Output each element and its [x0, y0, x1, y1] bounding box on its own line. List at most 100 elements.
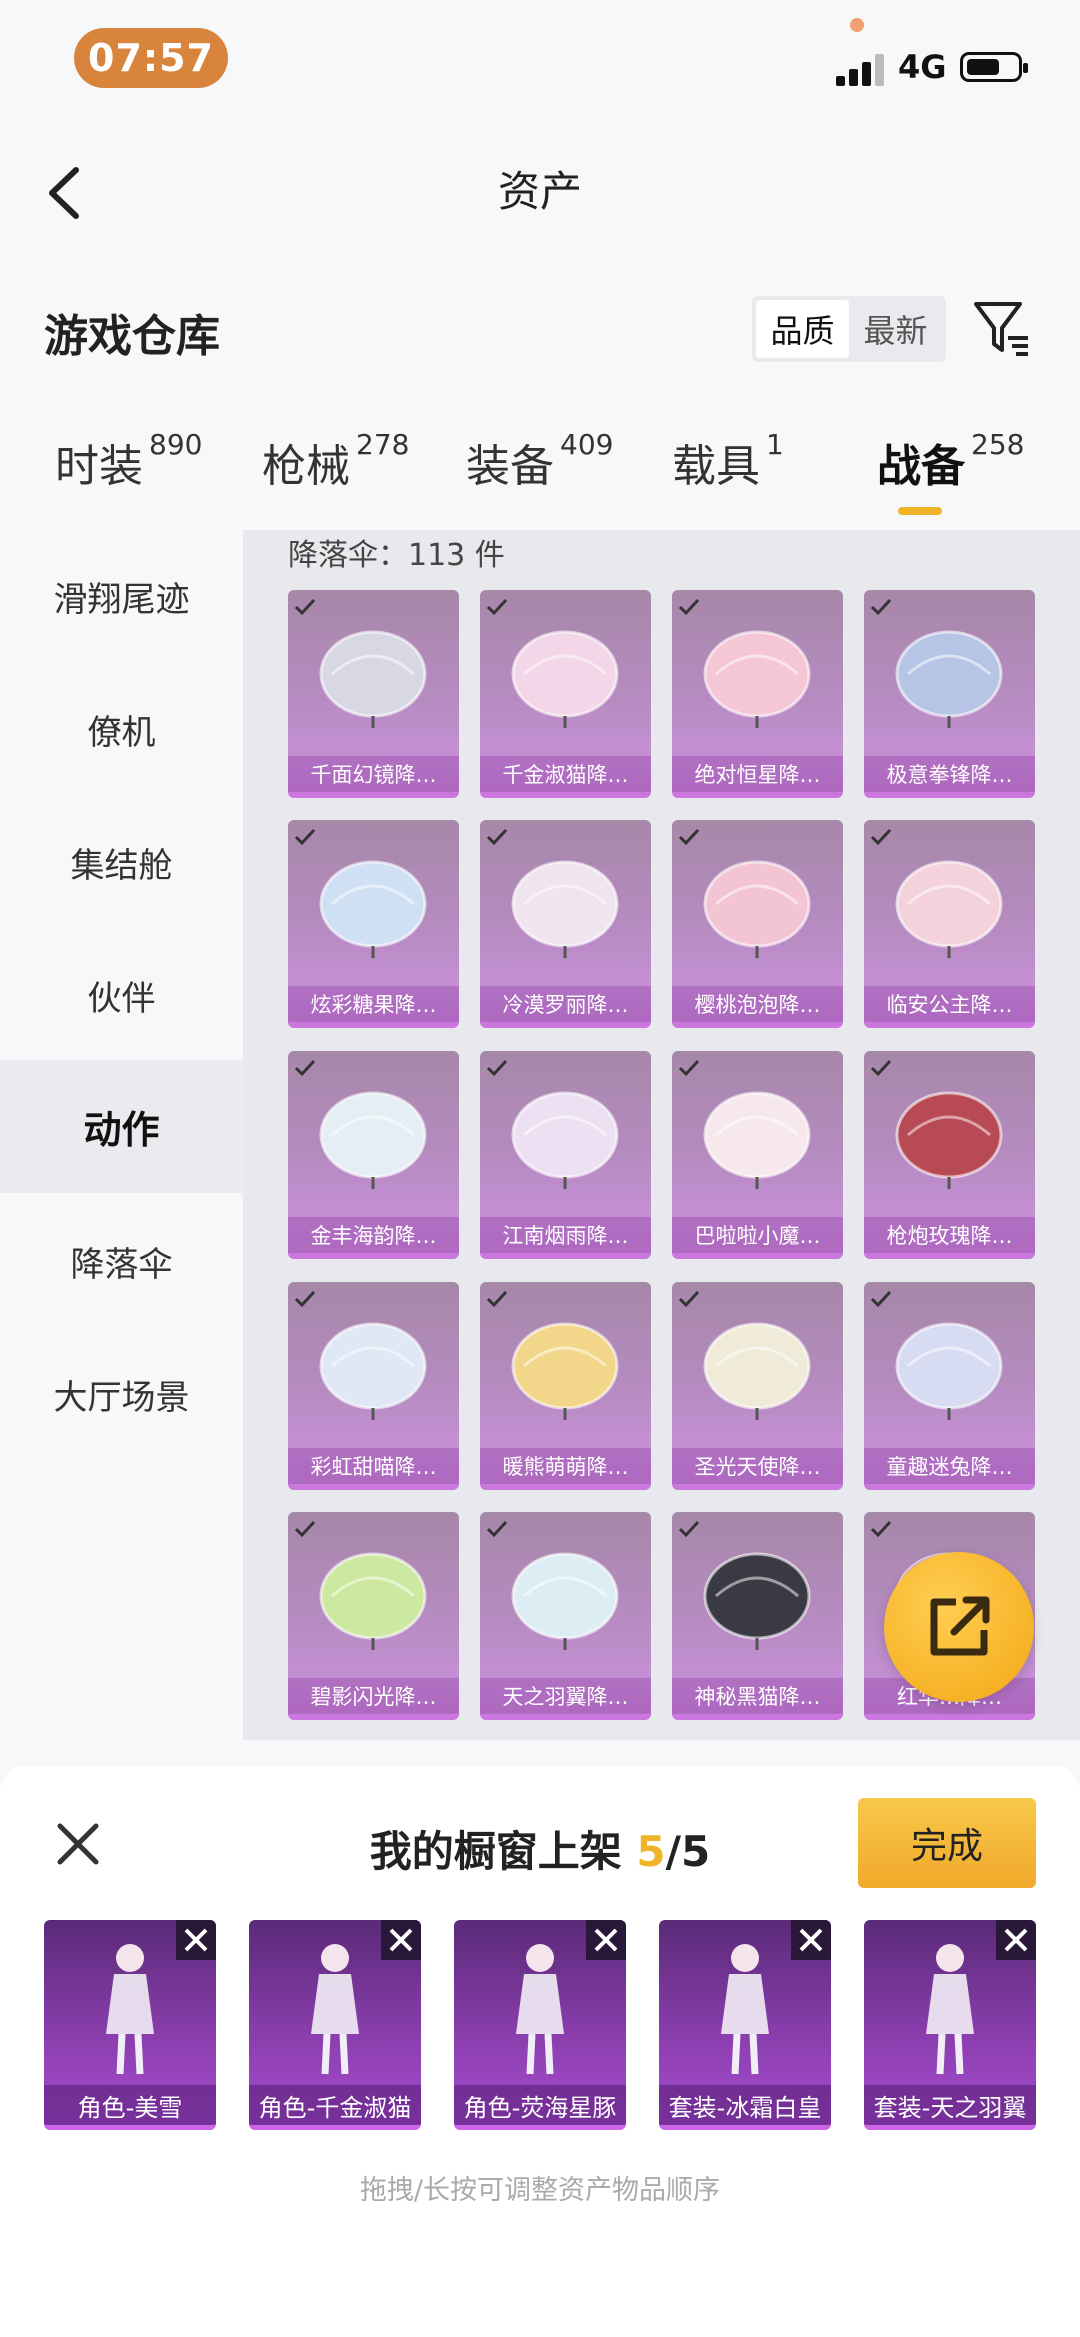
item-card[interactable]: 绝对恒星降…: [672, 590, 843, 798]
showcase-total-count: /5: [665, 1827, 711, 1876]
item-card[interactable]: 暖熊萌萌降…: [480, 1282, 651, 1490]
done-button[interactable]: 完成: [858, 1798, 1036, 1888]
checkmark-icon: [678, 828, 700, 846]
candy-parachute-icon: [319, 860, 427, 958]
reorder-hint: 拖拽/长按可调整资产物品顺序: [359, 2175, 721, 2206]
sidebar-item-wingman[interactable]: 僚机: [0, 663, 243, 796]
item-card[interactable]: 神秘黑猫降…: [672, 1512, 843, 1720]
page-title: 资产: [497, 167, 582, 216]
close-icon: [1004, 1928, 1028, 1952]
tab-count: 278: [356, 428, 410, 461]
tab-equipment[interactable]: 装备 409: [466, 428, 613, 494]
shell-parachute-icon: [319, 1091, 427, 1189]
remove-slot-button[interactable]: [791, 1920, 831, 1960]
remove-slot-button[interactable]: [586, 1920, 626, 1960]
item-card[interactable]: 樱桃泡泡降…: [672, 820, 843, 1028]
active-tab-indicator: [898, 507, 942, 515]
wing-parachute-icon: [895, 630, 1003, 728]
item-name: 临安公主降…: [864, 986, 1035, 1022]
showcase-slot[interactable]: 套装-天之羽翼: [864, 1920, 1036, 2130]
sidebar-item-companion[interactable]: 伙伴: [0, 929, 243, 1062]
item-card[interactable]: 极意拳锋降…: [864, 590, 1035, 798]
signal-strength-icon: [836, 52, 886, 86]
item-card[interactable]: 千面幻镜降…: [288, 590, 459, 798]
character-figure-icon: [311, 1944, 359, 2075]
showcase-title-text: 我的橱窗上架: [369, 1827, 622, 1876]
item-card[interactable]: 千金淑猫降…: [480, 590, 651, 798]
item-card[interactable]: 冷漠罗丽降…: [480, 820, 651, 1028]
wing-dome-parachute-icon: [511, 1552, 619, 1650]
item-name: 金丰海韵降…: [288, 1217, 459, 1253]
showcase-slot[interactable]: 套装-冰霜白皇: [659, 1920, 831, 2130]
item-name: 炫彩糖果降…: [288, 986, 459, 1022]
sort-option-newest[interactable]: 最新: [849, 300, 942, 358]
item-card[interactable]: 圣光天使降…: [672, 1282, 843, 1490]
rainbow-parachute-icon: [319, 1322, 427, 1420]
filter-icon: [974, 302, 1028, 356]
item-name: 天之羽翼降…: [480, 1678, 651, 1714]
remove-slot-button[interactable]: [381, 1920, 421, 1960]
item-card[interactable]: 枪炮玫瑰降…: [864, 1051, 1035, 1259]
slot-name: 套装-天之羽翼: [864, 2085, 1036, 2125]
filter-button[interactable]: [970, 298, 1034, 362]
rose-parachute-icon: [895, 1091, 1003, 1189]
showcase-slot[interactable]: 角色-荧海星豚: [454, 1920, 626, 2130]
sidebar-item-rally-pod[interactable]: 集结舱: [0, 796, 243, 929]
slot-name: 角色-美雪: [44, 2085, 216, 2125]
showcase-current-count: 5: [636, 1827, 666, 1876]
tab-weapons[interactable]: 枪械 278: [262, 428, 410, 494]
item-card[interactable]: 江南烟雨降…: [480, 1051, 651, 1259]
section-title: 游戏仓库: [44, 311, 220, 362]
lace-parachute-icon: [511, 860, 619, 958]
item-card[interactable]: 彩虹甜喵降…: [288, 1282, 459, 1490]
checkmark-icon: [294, 1059, 316, 1077]
item-card[interactable]: 童趣迷兔降…: [864, 1282, 1035, 1490]
close-icon: [389, 1928, 413, 1952]
sidebar-item-glide-trail[interactable]: 滑翔尾迹: [0, 530, 243, 663]
tab-fashion[interactable]: 时装 890: [55, 428, 203, 494]
slot-name: 角色-千金淑猫: [249, 2085, 421, 2125]
share-button[interactable]: [884, 1552, 1034, 1702]
sidebar-item-parachute[interactable]: 降落伞: [0, 1195, 243, 1328]
showcase-slot[interactable]: 角色-千金淑猫: [249, 1920, 421, 2130]
sort-option-quality[interactable]: 品质: [756, 300, 849, 358]
item-card[interactable]: 临安公主降…: [864, 820, 1035, 1028]
item-card[interactable]: 金丰海韵降…: [288, 1051, 459, 1259]
checkmark-icon: [294, 1290, 316, 1308]
angel-parachute-icon: [703, 1322, 811, 1420]
item-name: 童趣迷兔降…: [864, 1448, 1035, 1484]
tab-label: 时装: [55, 441, 143, 492]
tab-readiness[interactable]: 战备 258: [877, 428, 1025, 494]
checkmark-icon: [870, 828, 892, 846]
checkmark-icon: [294, 598, 316, 616]
checkmark-icon: [294, 828, 316, 846]
item-card[interactable]: 巴啦啦小魔…: [672, 1051, 843, 1259]
green-parachute-icon: [319, 1552, 427, 1650]
magic-parachute-icon: [703, 1091, 811, 1189]
remove-slot-button[interactable]: [996, 1920, 1036, 1960]
checkmark-icon: [870, 1059, 892, 1077]
sidebar: 滑翔尾迹 僚机 集结舱 伙伴 动作 降落伞 大厅场景: [0, 530, 243, 1758]
sidebar-item-lobby-scene[interactable]: 大厅场景: [0, 1328, 243, 1461]
checkmark-icon: [486, 1059, 508, 1077]
item-card[interactable]: 碧影闪光降…: [288, 1512, 459, 1720]
status-time: 07:57: [74, 28, 228, 88]
tab-count: 890: [149, 428, 203, 461]
close-icon: [799, 1928, 823, 1952]
item-name: 彩虹甜喵降…: [288, 1448, 459, 1484]
tab-count: 1: [766, 428, 784, 461]
item-card[interactable]: 炫彩糖果降…: [288, 820, 459, 1028]
remove-slot-button[interactable]: [176, 1920, 216, 1960]
item-card[interactable]: 天之羽翼降…: [480, 1512, 651, 1720]
sidebar-item-emotes[interactable]: 动作: [0, 1060, 243, 1193]
tab-count: 258: [971, 428, 1025, 461]
tab-label: 枪械: [262, 441, 350, 492]
diamond-parachute-icon: [319, 630, 427, 728]
checkmark-icon: [486, 1290, 508, 1308]
tab-vehicles[interactable]: 载具 1: [672, 428, 784, 494]
cat-parachute-icon: [511, 630, 619, 728]
slot-name: 角色-荧海星豚: [454, 2085, 626, 2125]
item-name: 圣光天使降…: [672, 1448, 843, 1484]
showcase-slot[interactable]: 角色-美雪: [44, 1920, 216, 2130]
princess-parachute-icon: [895, 860, 1003, 958]
